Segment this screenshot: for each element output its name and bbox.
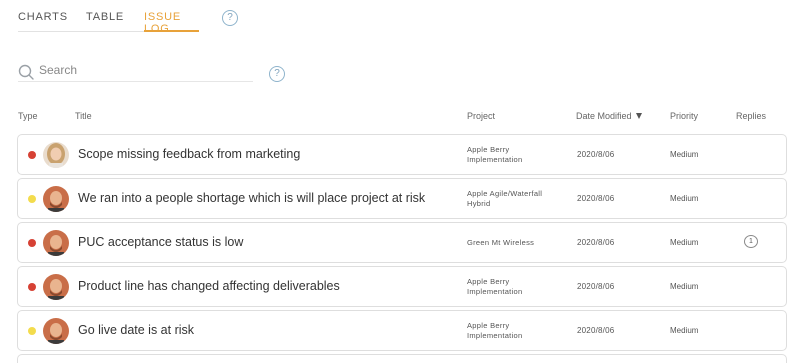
avatar — [43, 274, 69, 300]
column-header-priority[interactable]: Priority — [670, 111, 698, 121]
issue-project: Apple Berry Implementation — [467, 321, 523, 340]
status-dot-yellow — [28, 195, 36, 203]
table-row[interactable]: Product line has changed affecting deliv… — [17, 266, 787, 307]
table-row[interactable]: Go live date is at risk Apple Berry Impl… — [17, 310, 787, 351]
search-bar — [18, 58, 253, 82]
search-icon — [18, 64, 34, 80]
table-row-partial[interactable] — [17, 354, 787, 363]
reply-count-badge[interactable]: 1 — [744, 235, 758, 248]
issue-date: 2020/8/06 — [577, 238, 615, 247]
avatar — [43, 186, 69, 212]
issue-project: Green Mt Wireless — [467, 238, 535, 247]
status-dot-red — [28, 151, 36, 159]
active-tab-indicator — [144, 30, 199, 32]
date-modified-label: Date Modified — [576, 111, 632, 121]
search-help-question-icon[interactable]: ? — [269, 66, 285, 82]
status-dot-yellow — [28, 327, 36, 335]
sort-desc-icon[interactable] — [635, 113, 642, 119]
view-tabs: CHARTS TABLE ISSUE LOG — [18, 0, 199, 35]
status-dot-red — [28, 283, 36, 291]
issue-project: Apple Agile/Waterfall Hybrid — [467, 189, 543, 208]
issue-priority: Medium — [670, 238, 699, 247]
issue-project: Apple Berry Implementation — [467, 277, 523, 296]
issue-date: 2020/8/06 — [577, 150, 615, 159]
tab-table[interactable]: TABLE — [86, 11, 124, 23]
column-header-title[interactable]: Title — [75, 111, 92, 121]
tab-charts[interactable]: CHARTS — [18, 11, 68, 23]
column-header-date-modified[interactable]: Date Modified — [576, 111, 642, 121]
help-question-icon[interactable]: ? — [222, 10, 238, 26]
issue-title: We ran into a people shortage which is w… — [78, 191, 426, 205]
avatar — [43, 142, 69, 168]
avatar — [43, 230, 69, 256]
column-header-replies[interactable]: Replies — [736, 111, 766, 121]
issue-priority: Medium — [670, 194, 699, 203]
issue-date: 2020/8/06 — [577, 194, 615, 203]
issue-project: Apple Berry Implementation — [467, 145, 523, 164]
issue-title: Go live date is at risk — [78, 323, 195, 337]
column-header-project[interactable]: Project — [467, 111, 495, 121]
table-row[interactable]: Scope missing feedback from marketing Ap… — [17, 134, 787, 175]
table-row[interactable]: PUC acceptance status is low Green Mt Wi… — [17, 222, 787, 263]
issue-title: Scope missing feedback from marketing — [78, 147, 301, 161]
avatar — [43, 318, 69, 344]
search-input[interactable] — [39, 61, 239, 79]
table-row[interactable]: We ran into a people shortage which is w… — [17, 178, 787, 219]
issue-priority: Medium — [670, 150, 699, 159]
issue-title: PUC acceptance status is low — [78, 235, 244, 249]
issue-priority: Medium — [670, 326, 699, 335]
status-dot-red — [28, 239, 36, 247]
issue-date: 2020/8/06 — [577, 326, 615, 335]
issue-date: 2020/8/06 — [577, 282, 615, 291]
column-header-type[interactable]: Type — [18, 111, 38, 121]
issue-priority: Medium — [670, 282, 699, 291]
issue-title: Product line has changed affecting deliv… — [78, 279, 340, 293]
